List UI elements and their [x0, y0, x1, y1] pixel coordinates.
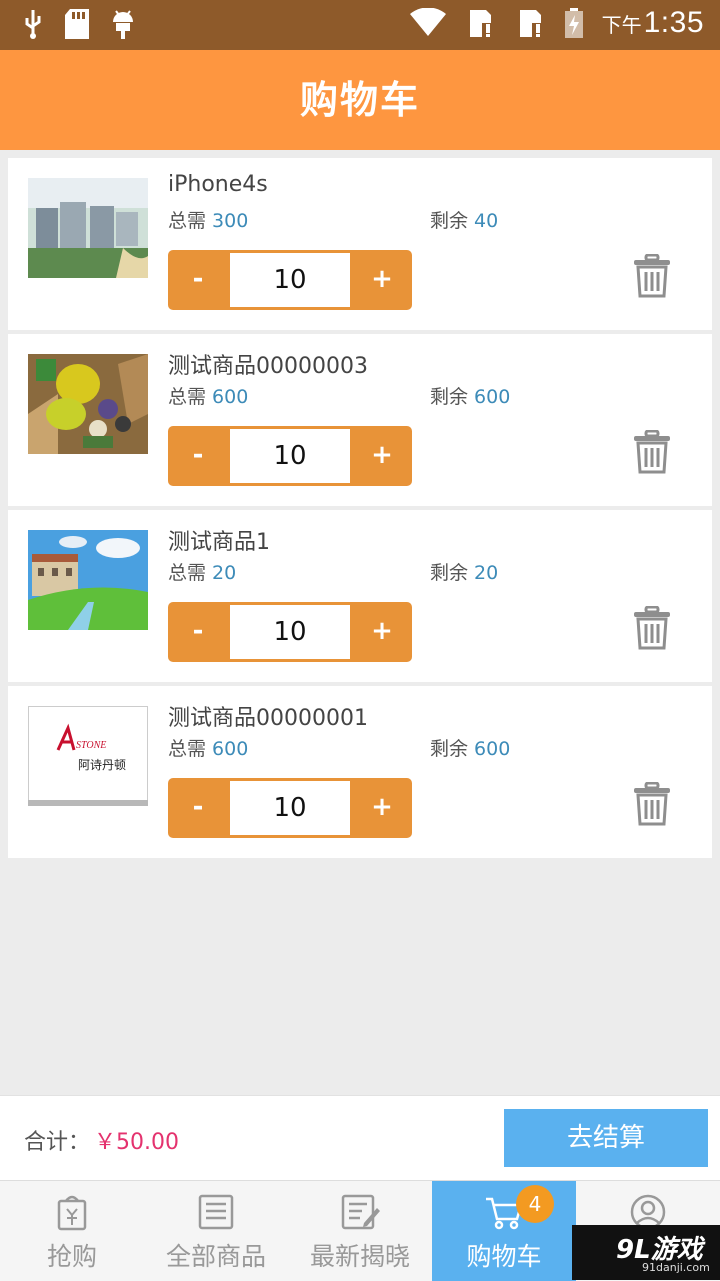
villa-landscape-image	[28, 530, 148, 630]
remaining: 剩余 600	[430, 734, 510, 761]
tab-flash-sale[interactable]: 抢购	[0, 1181, 144, 1281]
product-name[interactable]: 测试商品1	[168, 524, 270, 556]
usb-icon	[25, 10, 41, 39]
total-needed: 总需 600	[168, 382, 248, 409]
total-label: 合计： ￥50.00	[24, 1124, 179, 1156]
page-title: 购物车	[299, 78, 420, 122]
cart-item: 测试商品00000003 总需 600 剩余 600 - 10 +	[8, 334, 712, 506]
trash-icon[interactable]	[632, 430, 672, 474]
remaining-label: 剩余	[430, 738, 469, 760]
app-header: 购物车	[0, 50, 720, 150]
increase-quantity-button[interactable]: +	[352, 426, 412, 486]
total-needed-label: 总需	[168, 562, 207, 584]
cart-item: 测试商品1 总需 20 剩余 20 - 10 +	[8, 510, 712, 682]
decrease-quantity-button[interactable]: -	[168, 778, 228, 838]
increase-quantity-button[interactable]: +	[352, 250, 412, 310]
status-bar: 下午 1:35	[0, 0, 720, 50]
quantity-input[interactable]: 10	[230, 253, 350, 307]
total-needed-value: 600	[212, 386, 249, 408]
cart-item: STONE 阿诗丹顿 测试商品00000001 总需 600 剩余 600 - 10…	[8, 686, 712, 858]
cart-count-badge: 4	[516, 1185, 554, 1223]
quantity-stepper: - 10 +	[168, 602, 412, 662]
total-amount: ￥50.00	[94, 1130, 179, 1155]
quantity-input[interactable]: 10	[230, 429, 350, 483]
remaining-value: 20	[474, 562, 499, 584]
total-label-text: 合计：	[24, 1130, 91, 1155]
sim1-icon	[469, 10, 494, 38]
android-icon	[113, 10, 133, 39]
trash-icon[interactable]	[632, 254, 672, 298]
quantity-stepper: - 10 +	[168, 778, 412, 838]
svg-text:STONE: STONE	[76, 740, 106, 751]
product-list-icon	[198, 1194, 234, 1230]
product-name[interactable]: 测试商品00000001	[168, 700, 368, 732]
product-name[interactable]: 测试商品00000003	[168, 348, 368, 380]
product-thumbnail[interactable]	[28, 354, 148, 454]
remaining-value: 600	[474, 386, 511, 408]
product-thumbnail[interactable]: STONE 阿诗丹顿	[28, 706, 148, 806]
total-needed-label: 总需	[168, 210, 207, 232]
product-thumbnail[interactable]	[28, 530, 148, 630]
quantity-input[interactable]: 10	[230, 781, 350, 835]
clock-ampm: 下午	[601, 13, 642, 37]
remaining: 剩余 40	[430, 206, 498, 233]
tab-label: 全部商品	[165, 1242, 266, 1271]
tab-label: 抢购	[46, 1242, 97, 1271]
product-thumbnail[interactable]	[28, 178, 148, 278]
tab-all-products[interactable]: 全部商品	[144, 1181, 288, 1281]
remaining: 剩余 20	[430, 558, 498, 585]
flash-sale-bag-icon	[57, 1195, 87, 1231]
site-watermark: 9L游戏 91danji.com	[572, 1225, 720, 1280]
total-needed-value: 300	[212, 210, 249, 232]
remaining-label: 剩余	[430, 386, 469, 408]
tab-cart[interactable]: 4 购物车	[432, 1181, 576, 1281]
remaining: 剩余 600	[430, 382, 510, 409]
trash-icon[interactable]	[632, 606, 672, 650]
total-needed-label: 总需	[168, 386, 207, 408]
trash-icon[interactable]	[632, 782, 672, 826]
increase-quantity-button[interactable]: +	[352, 778, 412, 838]
remaining-label: 剩余	[430, 562, 469, 584]
quantity-stepper: - 10 +	[168, 250, 412, 310]
checkout-button[interactable]: 去结算	[504, 1109, 708, 1167]
product-name[interactable]: iPhone4s	[168, 172, 268, 197]
total-needed-value: 600	[212, 738, 249, 760]
battery-icon	[564, 8, 583, 38]
total-needed: 总需 600	[168, 734, 248, 761]
decrease-quantity-button[interactable]: -	[168, 250, 228, 310]
increase-quantity-button[interactable]: +	[352, 602, 412, 662]
quantity-input[interactable]: 10	[230, 605, 350, 659]
cart-summary: 合计： ￥50.00 去结算	[0, 1095, 720, 1181]
astone-logo-text: 阿诗丹顿	[78, 758, 126, 772]
cart-item: iPhone4s 总需 300 剩余 40 - 10 +	[8, 158, 712, 330]
tab-label: 购物车	[466, 1242, 542, 1271]
remaining-value: 600	[474, 738, 511, 760]
total-needed-label: 总需	[168, 738, 207, 760]
decrease-quantity-button[interactable]: -	[168, 602, 228, 662]
remaining-value: 40	[474, 210, 499, 232]
total-needed: 总需 300	[168, 206, 248, 233]
watermark-url: 91danji.com	[642, 1261, 710, 1274]
tab-label: 最新揭晓	[309, 1242, 410, 1271]
announcement-icon	[341, 1194, 380, 1230]
clock-time: 1:35	[643, 6, 704, 39]
clock: 下午 1:35	[602, 6, 704, 40]
sd-card-icon	[65, 9, 89, 39]
wifi-icon	[409, 8, 446, 36]
cart-list: iPhone4s 总需 300 剩余 40 - 10 + 测试商品0000000…	[8, 158, 712, 862]
grocery-box-image	[28, 354, 148, 454]
tab-latest-results[interactable]: 最新揭晓	[288, 1181, 432, 1281]
total-needed: 总需 20	[168, 558, 236, 585]
decrease-quantity-button[interactable]: -	[168, 426, 228, 486]
total-needed-value: 20	[212, 562, 237, 584]
quantity-stepper: - 10 +	[168, 426, 412, 486]
remaining-label: 剩余	[430, 210, 469, 232]
astone-logo-image: STONE 阿诗丹顿	[28, 706, 148, 806]
building-complex-image	[28, 178, 148, 278]
sim2-icon	[519, 10, 544, 38]
